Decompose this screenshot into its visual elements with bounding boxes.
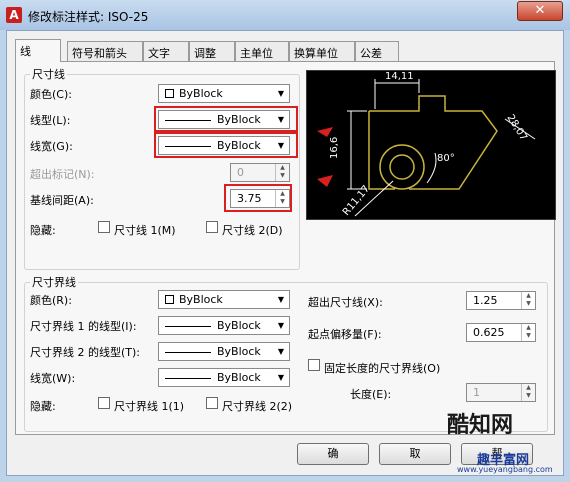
watermark-logo-text: 酷知网 <box>447 413 514 438</box>
suppress-ext1-label: 尺寸界线 1(1) <box>114 400 185 413</box>
chevron-down-icon[interactable]: ▼ <box>273 291 289 308</box>
extension-lines-title: 尺寸界线 <box>30 274 78 290</box>
tab-panel-lines: 尺寸线 颜色(C): ByBlock ▼ 线型(L): ByBlock ▼ 线宽… <box>15 61 556 435</box>
color-swatch <box>165 89 174 98</box>
ext-lineweight-value: ByBlock <box>217 371 261 384</box>
ext2-linetype-label: 尺寸界线 2 的线型(T): <box>30 346 140 359</box>
ext-lineweight-label: 线宽(W): <box>30 372 76 385</box>
preview-dim-angle: 80° <box>437 153 455 164</box>
ext-color-select[interactable]: ByBlock ▼ <box>158 290 290 309</box>
tab-tolerances[interactable]: 公差 <box>355 41 399 61</box>
preview-dim-top: 14,11 <box>385 71 414 82</box>
extend-beyond-value: 1.25 <box>473 294 498 307</box>
length-spinner[interactable]: 1 ▲ ▼ <box>466 383 536 402</box>
dim-color-value: ByBlock <box>179 87 223 100</box>
suppress-ext1-checkbox[interactable] <box>98 397 110 409</box>
cancel-button[interactable]: 取 <box>379 443 451 465</box>
fixed-length-checkbox[interactable] <box>308 359 320 371</box>
ext-lineweight-select[interactable]: ByBlock ▼ <box>158 368 290 387</box>
fixed-length-label: 固定长度的尺寸界线(O) <box>324 362 441 375</box>
linetype-sample <box>165 352 211 353</box>
dim-suppress-label: 隐藏: <box>30 224 56 237</box>
chevron-down-icon[interactable]: ▼ <box>273 343 289 360</box>
lineweight-sample <box>165 378 211 379</box>
dim-linetype-label: 线型(L): <box>30 114 71 127</box>
highlight-box-linetype <box>154 106 298 132</box>
tab-symbols-arrows[interactable]: 符号和箭头 <box>67 41 143 61</box>
offset-origin-spinner[interactable]: 0.625 ▲ ▼ <box>466 323 536 342</box>
window-title: 修改标注样式: ISO-25 <box>28 10 149 24</box>
linetype-sample <box>165 326 211 327</box>
chevron-down-icon[interactable]: ▼ <box>273 369 289 386</box>
tab-fit[interactable]: 调整 <box>189 41 235 61</box>
ext1-linetype-value: ByBlock <box>217 319 261 332</box>
suppress-ext2-label: 尺寸界线 2(2) <box>222 400 293 413</box>
ext1-linetype-select[interactable]: ByBlock ▼ <box>158 316 290 335</box>
ext-color-value: ByBlock <box>179 293 223 306</box>
suppress-dim1-checkbox[interactable] <box>98 221 110 233</box>
tab-alternate-units[interactable]: 换算单位 <box>289 41 355 61</box>
dialog-client: 线 符号和箭头 文字 调整 主单位 换算单位 公差 尺寸线 颜色(C): ByB… <box>6 30 564 476</box>
suppress-dim2-checkbox[interactable] <box>206 221 218 233</box>
watermark-url: www.yueyangbang.com <box>457 465 553 474</box>
preview-dim-right: 28,07 <box>504 113 529 143</box>
baseline-spacing-label: 基线间距(A): <box>30 194 94 207</box>
close-button[interactable]: ✕ <box>517 1 563 21</box>
ext1-linetype-label: 尺寸界线 1 的线型(I): <box>30 320 137 333</box>
highlight-box-baseline <box>224 184 292 212</box>
chevron-down-icon[interactable]: ▼ <box>273 317 289 334</box>
spinner-arrows-icon[interactable]: ▲ ▼ <box>521 324 535 341</box>
extend-ticks-spinner[interactable]: 0 ▲ ▼ <box>230 163 290 182</box>
title-bar: A 修改标注样式: ISO-25 ✕ <box>0 0 570 30</box>
extend-beyond-label: 超出尺寸线(X): <box>308 296 383 309</box>
chevron-down-icon[interactable]: ▼ <box>273 85 289 102</box>
extend-ticks-value: 0 <box>237 166 244 179</box>
offset-origin-label: 起点偏移量(F): <box>308 328 382 341</box>
ok-button[interactable]: 确 <box>297 443 369 465</box>
dimension-lines-title: 尺寸线 <box>30 66 67 82</box>
tab-lines[interactable]: 线 <box>15 39 61 62</box>
color-swatch <box>165 295 174 304</box>
spinner-arrows-icon[interactable]: ▲ ▼ <box>521 384 535 401</box>
spinner-arrows-icon[interactable]: ▲ ▼ <box>275 164 289 181</box>
dim-lineweight-label: 线宽(G): <box>30 140 73 153</box>
highlight-box-lineweight <box>154 132 298 158</box>
ext2-linetype-select[interactable]: ByBlock ▼ <box>158 342 290 361</box>
dim-color-label: 颜色(C): <box>30 88 72 101</box>
preview-canvas: 14,11 16,6 28,07 80° R11,17 <box>306 70 556 220</box>
dim-color-select[interactable]: ByBlock ▼ <box>158 84 290 103</box>
length-value: 1 <box>473 386 480 399</box>
length-label: 长度(E): <box>350 388 392 401</box>
extend-beyond-spinner[interactable]: 1.25 ▲ ▼ <box>466 291 536 310</box>
suppress-dim1-label: 尺寸线 1(M) <box>114 224 176 237</box>
dimension-preview-drawing: 14,11 16,6 28,07 80° R11,17 <box>317 71 536 218</box>
ext2-linetype-value: ByBlock <box>217 345 261 358</box>
ext-suppress-label: 隐藏: <box>30 400 56 413</box>
tab-primary-units[interactable]: 主单位 <box>235 41 289 61</box>
suppress-ext2-checkbox[interactable] <box>206 397 218 409</box>
extend-ticks-label: 超出标记(N): <box>30 168 95 181</box>
suppress-dim2-label: 尺寸线 2(D) <box>222 224 283 237</box>
offset-origin-value: 0.625 <box>473 326 505 339</box>
spinner-arrows-icon[interactable]: ▲ ▼ <box>521 292 535 309</box>
autocad-logo-icon: A <box>6 7 22 23</box>
ext-color-label: 颜色(R): <box>30 294 72 307</box>
tab-text[interactable]: 文字 <box>143 41 189 61</box>
preview-dim-left: 16,6 <box>329 137 340 159</box>
